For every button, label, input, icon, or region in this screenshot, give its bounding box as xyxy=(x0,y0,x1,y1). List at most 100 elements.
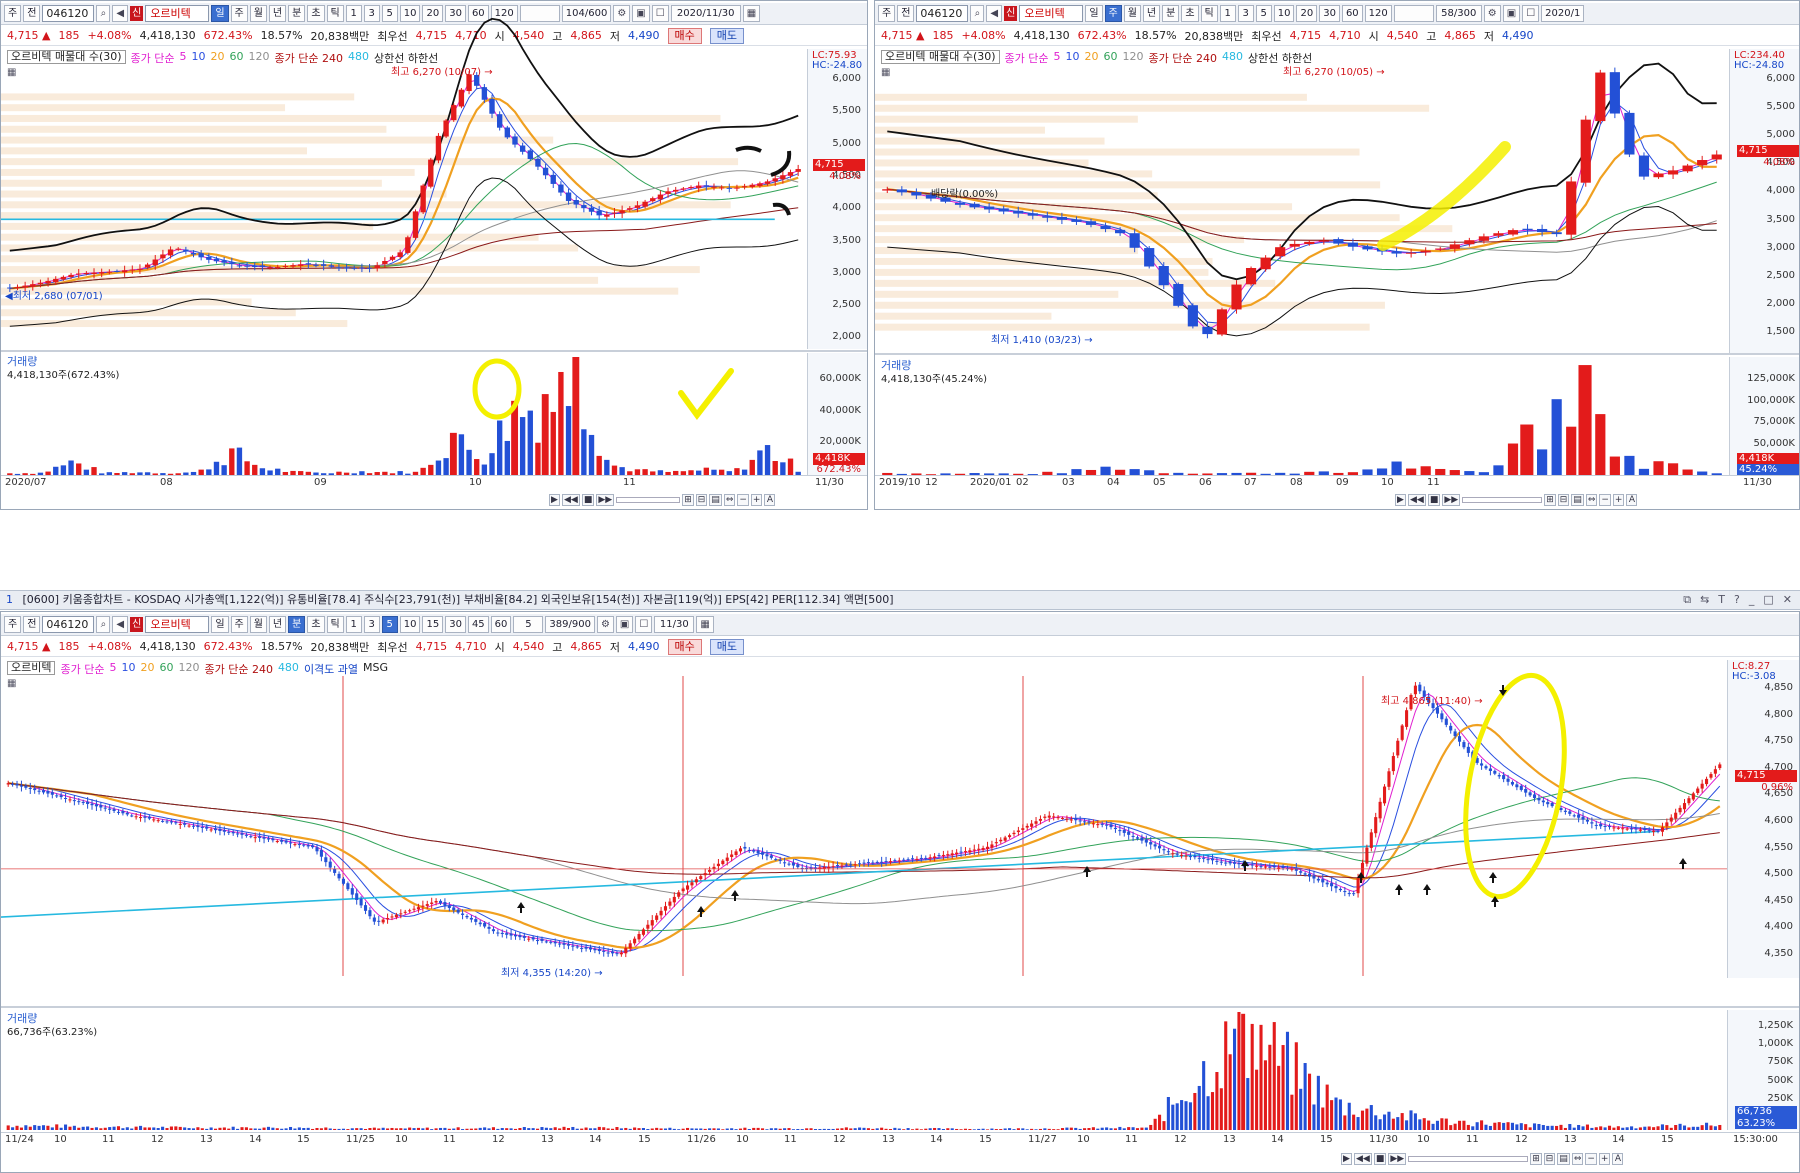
interval-30-button[interactable]: 30 xyxy=(445,5,466,22)
interval-5-button[interactable]: 5 xyxy=(381,5,398,22)
plus-icon[interactable]: + xyxy=(750,494,763,506)
minus-icon[interactable]: − xyxy=(1599,494,1611,506)
legend-stock[interactable]: 오르비텍 xyxy=(7,661,56,675)
prev-button[interactable]: 전 xyxy=(23,5,41,22)
speaker-icon[interactable]: ◀ xyxy=(112,616,129,633)
interval-30-button[interactable]: 30 xyxy=(445,616,466,633)
search-icon[interactable]: ⌕ xyxy=(970,5,985,22)
font-icon[interactable]: A xyxy=(764,494,776,506)
calendar-icon[interactable]: ▦ xyxy=(742,5,761,22)
interval-input[interactable] xyxy=(519,5,560,22)
plus-icon[interactable]: + xyxy=(1612,494,1625,506)
tool-icon[interactable]: ⊟ xyxy=(1557,494,1570,506)
link-icon[interactable]: ⇔ xyxy=(1585,494,1598,506)
zoom-icon[interactable]: ⊞ xyxy=(682,494,694,506)
period-second-button[interactable]: 초 xyxy=(307,616,325,633)
interval-20-button[interactable]: 20 xyxy=(422,5,444,22)
minute-price-chart[interactable] xyxy=(1,672,1727,976)
date-input[interactable]: 2020/11/30 xyxy=(670,5,741,22)
stock-name[interactable]: 오르비텍 xyxy=(1019,5,1084,22)
zoom-icon[interactable]: ⊞ xyxy=(1544,494,1556,506)
link-icon[interactable]: ⇔ xyxy=(723,494,736,506)
daily-vol-axis[interactable]: 60,000K 40,000K 20,000K 4,418K 672.43% xyxy=(807,353,867,475)
period-year-button[interactable]: 년 xyxy=(1142,5,1161,22)
interval-45-button[interactable]: 45 xyxy=(467,616,489,633)
legend-msg[interactable]: MSG xyxy=(363,661,388,675)
calendar-check[interactable]: ☐ xyxy=(635,616,653,633)
period-year-button[interactable]: 년 xyxy=(268,616,287,633)
interval-3-button[interactable]: 3 xyxy=(363,5,380,22)
sell-button[interactable]: 매도 xyxy=(709,27,745,44)
help-icon[interactable]: ? xyxy=(1734,591,1740,609)
nav-last-icon[interactable]: ▶▶ xyxy=(596,494,615,506)
plus-icon[interactable]: + xyxy=(1598,1153,1611,1165)
daily-splitter[interactable] xyxy=(1,350,867,352)
interval-10-button[interactable]: 10 xyxy=(399,616,421,633)
interval-10-button[interactable]: 10 xyxy=(399,5,421,22)
interval-20-button[interactable]: 20 xyxy=(1296,5,1318,22)
settings-icon[interactable]: ⚙ xyxy=(613,5,631,22)
interval-60-button[interactable]: 60 xyxy=(1341,5,1363,22)
nav-next-icon[interactable]: ▶ xyxy=(1395,494,1406,506)
interval-5-button[interactable]: 5 xyxy=(381,616,398,633)
stock-code-input[interactable]: 046120 xyxy=(916,5,969,22)
tool-icon[interactable]: ⊟ xyxy=(695,494,708,506)
legend-ma240[interactable]: 종가 단순 240 xyxy=(275,50,343,65)
date-input[interactable]: 2020/1 xyxy=(1541,5,1585,22)
text-icon[interactable]: T xyxy=(1718,591,1725,609)
period-day-button[interactable]: 일 xyxy=(1085,5,1103,22)
period-tick-button[interactable]: 틱 xyxy=(326,616,344,633)
minute-scrollbar[interactable] xyxy=(1408,1156,1529,1162)
weekly-x-axis[interactable]: 2019/10 12 2020/01 02 03 04 05 06 07 08 09 10 11 11/… xyxy=(875,475,1799,489)
period-day-button[interactable]: 일 xyxy=(211,5,229,22)
minimize-icon[interactable]: _ xyxy=(1749,591,1755,609)
close-icon[interactable]: ✕ xyxy=(1783,591,1792,609)
settings-icon[interactable]: ⚙ xyxy=(1483,5,1501,22)
calendar-check[interactable]: ☐ xyxy=(1522,5,1540,22)
daily-volume-chart[interactable] xyxy=(1,357,807,475)
interval-30-button[interactable]: 30 xyxy=(1319,5,1340,22)
period-week-button[interactable]: 주 xyxy=(1104,5,1122,22)
weekly-y-axis[interactable]: LC:234.40 HC:-24.80 6,000 5,500 5,000 4,500… xyxy=(1729,49,1799,353)
legend-limit[interactable]: 상한선 하한선 xyxy=(374,50,438,65)
buy-button[interactable]: 매수 xyxy=(667,638,702,655)
legend-disparity[interactable]: 이격도 과열 xyxy=(304,661,358,676)
stock-type-select[interactable]: 주 xyxy=(878,5,896,22)
daily-y-axis[interactable]: LC:75.93 HC:-24.80 6,000 5,500 5,000 4,500 4… xyxy=(807,49,867,349)
legend-ma[interactable]: 종가 단순 xyxy=(60,661,104,676)
data-count[interactable]: 104/600 xyxy=(561,5,612,22)
speaker-icon[interactable]: ◀ xyxy=(986,5,1003,22)
minute-x-axis[interactable]: 11/24 10 11 12 13 14 15 11/25 10 11 12 13 14 15 11/26 1… xyxy=(1,1132,1799,1146)
legend-ma240[interactable]: 종가 단순 240 xyxy=(1149,50,1217,65)
grid-icon[interactable]: ▤ xyxy=(1557,1153,1570,1165)
period-tick-button[interactable]: 틱 xyxy=(326,5,344,22)
stock-code-input[interactable]: 046120 xyxy=(42,616,95,633)
legend-limit[interactable]: 상한선 하한선 xyxy=(1248,50,1312,65)
calendar-icon[interactable]: ▦ xyxy=(696,616,714,633)
period-month-button[interactable]: 월 xyxy=(249,5,267,22)
font-icon[interactable]: A xyxy=(1612,1153,1624,1165)
speaker-icon[interactable]: ◀ xyxy=(112,5,129,22)
nav-next-icon[interactable]: ▶ xyxy=(549,494,560,506)
daily-price-chart[interactable] xyxy=(1,17,807,349)
maximize-icon[interactable]: □ xyxy=(1763,591,1773,609)
stock-code-input[interactable]: 046120 xyxy=(42,5,95,22)
buy-button[interactable]: 매수 xyxy=(667,27,702,44)
minute-volume-chart[interactable] xyxy=(1,1012,1727,1130)
weekly-vol-axis[interactable]: 125,000K100,000K75,000K50,000K25,000K 4,… xyxy=(1729,357,1799,475)
interval-3-button[interactable]: 3 xyxy=(363,616,380,633)
stock-name[interactable]: 오르비텍 xyxy=(145,5,210,22)
period-week-button[interactable]: 주 xyxy=(230,5,248,22)
settings-icon[interactable]: ⚙ xyxy=(596,616,614,633)
interval-60-button[interactable]: 60 xyxy=(467,5,489,22)
font-icon[interactable]: A xyxy=(1626,494,1638,506)
nav-stop-icon[interactable]: ■ xyxy=(1427,494,1441,506)
calendar-check[interactable]: ☐ xyxy=(651,5,669,22)
weekly-price-chart[interactable] xyxy=(875,62,1729,353)
stock-name[interactable]: 오르비텍 xyxy=(145,616,210,633)
legend-ma[interactable]: 종가 단순 xyxy=(131,50,175,65)
data-count[interactable]: 58/300 xyxy=(1435,5,1482,22)
weekly-volume-chart[interactable] xyxy=(875,361,1729,475)
link-icon[interactable]: ⇆ xyxy=(1700,591,1709,609)
interval-1-button[interactable]: 1 xyxy=(1219,5,1236,22)
